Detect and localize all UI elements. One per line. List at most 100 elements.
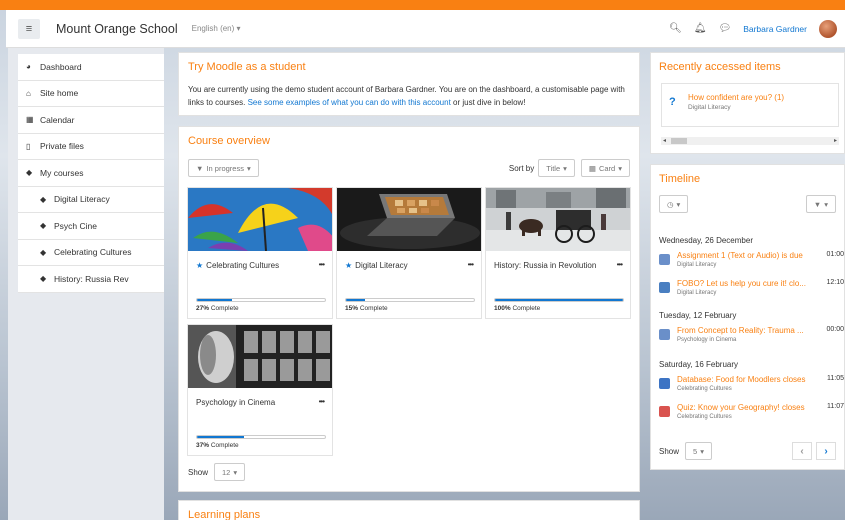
view-dropdown[interactable]: ▦ Card ▾ (580, 159, 630, 177)
chat-icon[interactable]: 💬︎ (719, 23, 732, 34)
course-card-celebrating-cultures[interactable]: ★ Celebrating Cultures ••• 27% Complete (187, 187, 333, 319)
nav-course-history-russia[interactable]: ◆ History: Russia Rev (18, 266, 164, 293)
progress-label: Complete (210, 305, 239, 312)
chevron-left-icon: ‹ (800, 445, 804, 457)
course-image[interactable] (337, 188, 481, 251)
bell-icon[interactable]: 🔔︎ (694, 23, 707, 34)
search-icon[interactable]: 🔍︎ (669, 23, 682, 34)
recent-item-course: Digital Literacy (688, 104, 731, 111)
block-title: Try Moodle as a student (188, 61, 306, 73)
nav-site-home[interactable]: ⌂ Site home (18, 81, 164, 107)
filter-dropdown[interactable]: ▼ In progress ▾ (188, 159, 259, 177)
dashboard-icon: ◕ (26, 62, 31, 72)
course-image[interactable] (188, 188, 332, 251)
previous-page-button[interactable]: ‹ (792, 442, 812, 460)
language-selector[interactable]: English (en) ▾ (192, 24, 241, 33)
examples-link[interactable]: See some examples of what you can do wit… (248, 98, 451, 107)
course-title: Celebrating Cultures (206, 261, 280, 270)
course-card-psychology-cinema[interactable]: Psychology in Cinema ••• 37% Complete (187, 324, 333, 456)
timeline-event[interactable]: FOBO? Let us help you cure it! clo... Di… (659, 279, 844, 301)
progress-text: 27% Complete (196, 305, 239, 312)
scroll-left-icon[interactable]: ◂ (663, 137, 666, 144)
scroll-thumb[interactable] (671, 138, 687, 144)
course-image[interactable] (188, 325, 332, 388)
event-name[interactable]: From Concept to Reality: Trauma ... (677, 326, 809, 335)
nav-course-celebrating-cultures[interactable]: ◆ Celebrating Cultures (18, 240, 164, 266)
user-menu[interactable]: Barbara Gardner (743, 24, 807, 34)
event-time: 12:10 (826, 279, 844, 286)
caret-down-icon: ▾ (233, 467, 238, 477)
scroll-right-icon[interactable]: ▸ (834, 137, 837, 144)
page-size-dropdown[interactable]: 5 ▾ (685, 442, 712, 460)
event-course: Celebrating Cultures (677, 414, 732, 420)
progress-text: 100% Complete (494, 305, 540, 312)
database-icon (659, 378, 670, 389)
drawer-nav: ◕ Dashboard ⌂ Site home ▦ Calendar ▯ Private… (18, 54, 164, 293)
recent-item-name[interactable]: How confident are you? (1) (688, 93, 784, 102)
assignment-icon (659, 254, 670, 265)
menu-toggle-button[interactable]: ≡ (18, 18, 40, 39)
recent-item[interactable]: ? How confident are you? (1) Digital Lit… (661, 83, 839, 127)
page-size-dropdown[interactable]: 12 ▾ (214, 463, 246, 481)
event-name[interactable]: Database: Food for Moodlers closes (677, 375, 809, 384)
event-name[interactable]: Assignment 1 (Text or Audio) is due (677, 251, 809, 260)
view-value: Card (598, 163, 616, 173)
block-title: Recently accessed items (659, 61, 781, 73)
course-name[interactable]: ★ Digital Literacy (345, 260, 455, 272)
nav-label: Dashboard (40, 61, 82, 72)
sort-dropdown[interactable]: Title ▾ (538, 159, 575, 177)
clock-icon: ◷ (667, 199, 674, 209)
avatar[interactable] (819, 19, 837, 38)
timeline-event[interactable]: Assignment 1 (Text or Audio) is due Digi… (659, 251, 844, 273)
course-name[interactable]: ★ Celebrating Cultures (196, 260, 306, 272)
block-title: Course overview (188, 135, 270, 147)
course-card-digital-literacy[interactable]: ★ Digital Literacy ••• 15% Complete (336, 187, 482, 319)
course-image[interactable] (486, 188, 630, 251)
graduation-cap-icon: ◆ (40, 194, 47, 204)
nav-course-psych-cine[interactable]: ◆ Psych Cine (18, 213, 164, 240)
progress-label: Complete (359, 305, 388, 312)
nav-label: Calendar (40, 114, 75, 125)
horizontal-scrollbar[interactable]: ◂ ▸ (661, 137, 839, 145)
event-time: 01:00 (826, 251, 844, 258)
sort-label: Sort by (508, 163, 535, 173)
nav-course-digital-literacy[interactable]: ◆ Digital Literacy (18, 187, 164, 213)
timeline-event[interactable]: From Concept to Reality: Trauma ... Psyc… (659, 326, 844, 348)
nav-private-files[interactable]: ▯ Private files (18, 134, 164, 160)
caret-down-icon: ▾ (700, 446, 704, 456)
course-menu-icon[interactable]: ••• (617, 260, 623, 269)
timeline-sort-filter[interactable]: ▼ ▾ (805, 195, 836, 213)
course-menu-icon[interactable]: ••• (319, 397, 325, 406)
nav-dashboard[interactable]: ◕ Dashboard (18, 54, 164, 81)
site-name[interactable]: Mount Orange School (56, 22, 178, 36)
nav-my-courses[interactable]: ◆ My courses (18, 160, 164, 187)
course-menu-icon[interactable]: ••• (468, 260, 474, 269)
page-size-value: 12 (222, 467, 231, 477)
progress-value: 100 (494, 305, 505, 312)
timeline-event[interactable]: Database: Food for Moodlers closes Celeb… (659, 375, 844, 397)
progress-label: Complete (210, 442, 239, 449)
progress-fill (197, 436, 245, 438)
nav-label: Psych Cine (54, 220, 97, 231)
course-card-history-russia[interactable]: History: Russia in Revolution ••• 100% C… (485, 187, 631, 319)
quiz-icon (659, 406, 670, 417)
star-icon: ★ (345, 261, 353, 270)
next-page-button[interactable]: › (816, 442, 836, 460)
paging-control: Show 12 ▾ (188, 463, 246, 481)
timeline-day-filter[interactable]: ◷ ▾ (659, 195, 689, 213)
try-moodle-text: You are currently using the demo student… (188, 83, 630, 109)
timeline-paging: Show 5 ▾ ‹ › (659, 441, 836, 461)
filter-icon: ▼ (813, 199, 822, 209)
event-time: 11:07 (827, 403, 844, 410)
nav-calendar[interactable]: ▦ Calendar (18, 107, 164, 134)
nav-drawer: ◕ Dashboard ⌂ Site home ▦ Calendar ▯ Private… (8, 48, 164, 520)
event-name[interactable]: Quiz: Know your Geography! closes (677, 403, 809, 412)
event-course: Digital Literacy (677, 262, 717, 268)
percent-sign: % (203, 442, 210, 449)
course-name[interactable]: History: Russia in Revolution (494, 260, 604, 272)
event-name[interactable]: FOBO? Let us help you cure it! clo... (677, 279, 809, 288)
course-menu-icon[interactable]: ••• (319, 260, 325, 269)
timeline-event[interactable]: Quiz: Know your Geography! closes Celebr… (659, 403, 844, 425)
course-name[interactable]: Psychology in Cinema (196, 397, 306, 409)
percent-sign: % (203, 305, 210, 312)
